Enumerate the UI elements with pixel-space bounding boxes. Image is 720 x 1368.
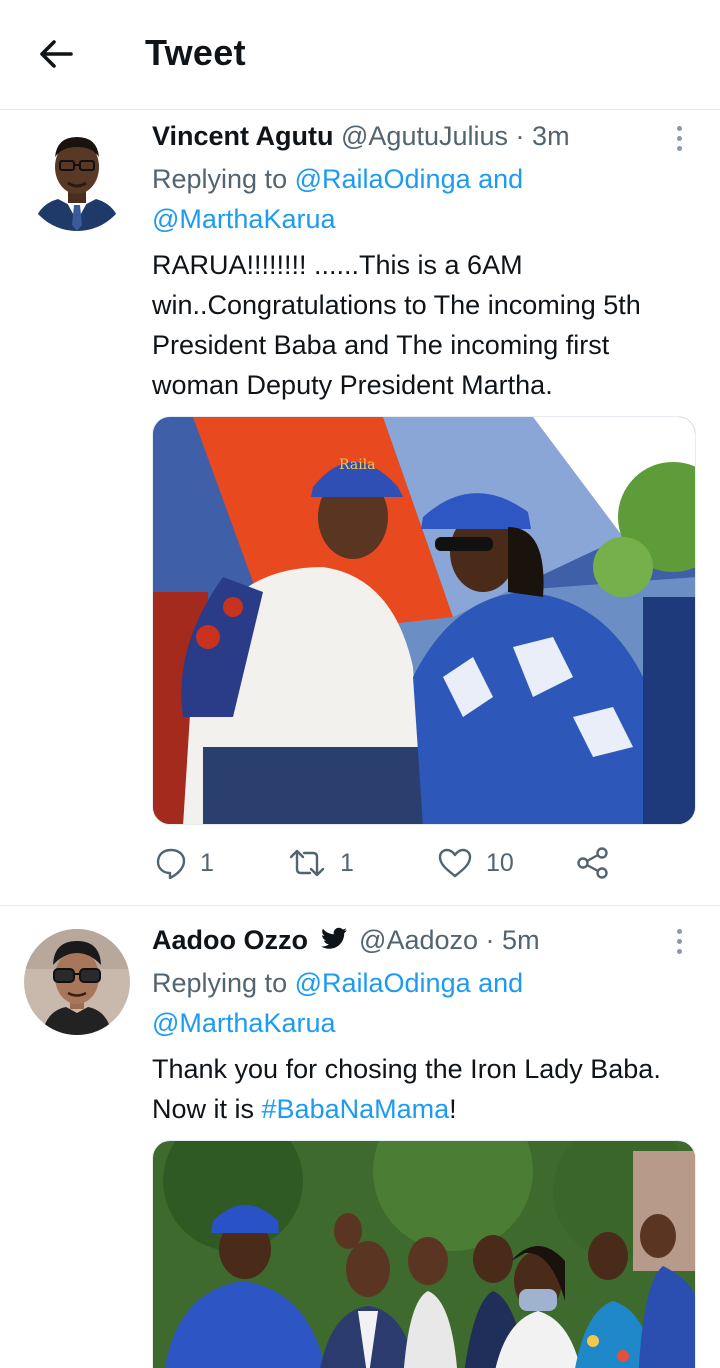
tweet-actions: 1 1 10 (152, 841, 692, 885)
top-bar: Tweet (0, 0, 720, 110)
more-vertical-icon (676, 928, 682, 934)
more-vertical-icon (676, 125, 682, 131)
share-icon (577, 847, 608, 879)
retweet-icon (289, 849, 325, 877)
replying-to: Replying to @RailaOdinga and @MarthaKaru… (152, 963, 692, 1043)
arrow-left-icon (40, 40, 73, 68)
like-count: 10 (486, 848, 514, 877)
mention-link[interactable]: @MarthaKarua (152, 204, 336, 234)
tweet-time[interactable]: 5m (502, 925, 540, 955)
replying-to: Replying to @RailaOdinga and @MarthaKaru… (152, 159, 692, 239)
separator-dot: · (515, 121, 525, 151)
tweet-reply[interactable]: Vincent Agutu @AgutuJulius · 3m Replying… (0, 111, 720, 906)
mention-link[interactable]: @RailaOdinga and (295, 164, 524, 194)
replying-to-label: Replying to (152, 968, 295, 998)
author-handle[interactable]: @Aadozo (359, 925, 478, 955)
avatar[interactable] (24, 929, 130, 1035)
tweet-image[interactable] (152, 1140, 696, 1368)
separator-dot: · (485, 925, 495, 955)
reply-icon (156, 848, 186, 879)
twitter-bird-icon (320, 927, 347, 949)
tweet-header: Aadoo Ozzo @Aadozo · 5m (152, 923, 540, 957)
author-handle[interactable]: @AgutuJulius (341, 121, 508, 151)
back-button[interactable] (30, 30, 82, 78)
mention-link[interactable]: @RailaOdinga and (295, 968, 524, 998)
heart-icon (438, 848, 472, 878)
retweet-count: 1 (340, 848, 354, 877)
tweet-text: Thank you for chosing the Iron Lady Baba… (152, 1049, 692, 1129)
reply-button[interactable]: 1 (156, 841, 214, 885)
tweet-header: Vincent Agutu @AgutuJulius · 3m (152, 119, 570, 153)
more-options-button[interactable] (664, 924, 694, 958)
like-button[interactable]: 10 (438, 841, 514, 885)
hashtag-link[interactable]: #BabaNaMama (262, 1094, 450, 1124)
more-options-button[interactable] (664, 121, 694, 155)
reply-count: 1 (200, 848, 214, 877)
author-name[interactable]: Vincent Agutu (152, 121, 334, 151)
avatar[interactable] (24, 125, 130, 231)
tweet-text: RARUA!!!!!!!! ......This is a 6AM win..C… (152, 250, 641, 400)
tweet-time[interactable]: 3m (532, 121, 570, 151)
author-name[interactable]: Aadoo Ozzo (152, 925, 308, 955)
share-button[interactable] (576, 841, 610, 885)
replying-to-label: Replying to (152, 164, 295, 194)
retweet-button[interactable]: 1 (288, 841, 354, 885)
svg-text:Raila: Raila (339, 457, 376, 473)
tweet-image[interactable]: Raila (152, 416, 696, 825)
page-title: Tweet (145, 32, 246, 73)
tweet-reply[interactable]: Aadoo Ozzo @Aadozo · 5m Replying to @Rai… (0, 907, 720, 1368)
mention-link[interactable]: @MarthaKarua (152, 1008, 336, 1038)
tweet-text-part: ! (449, 1094, 457, 1124)
